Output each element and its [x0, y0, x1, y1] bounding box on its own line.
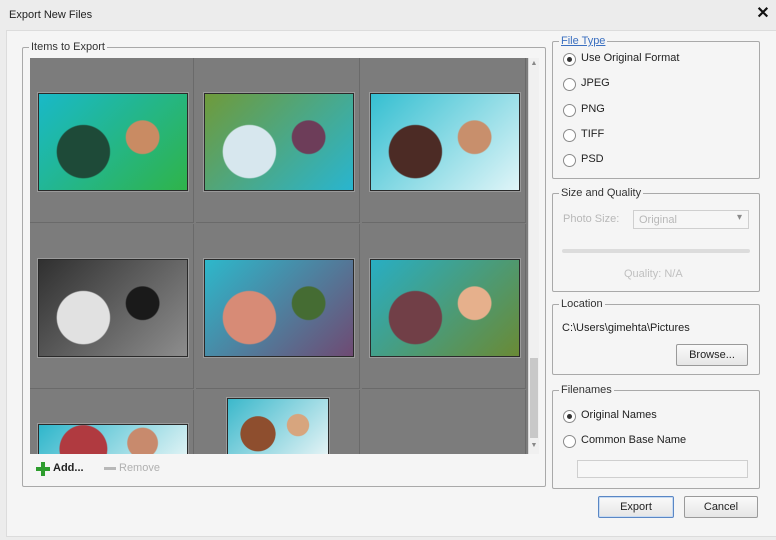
- filenames-legend: Filenames: [561, 384, 612, 396]
- location-path: C:\Users\gimehta\Pictures: [562, 322, 690, 334]
- window-title: Export New Files: [9, 9, 93, 21]
- size-quality-legend: Size and Quality: [561, 187, 642, 199]
- radio-label: JPEG: [581, 77, 610, 89]
- thumbnail-image[interactable]: [370, 93, 520, 191]
- thumbnail-cell[interactable]: [362, 224, 526, 389]
- thumbnail-scrollbar[interactable]: ▲ ▼: [528, 58, 539, 454]
- thumbnail-cell[interactable]: [196, 58, 360, 223]
- chevron-down-icon: ▾: [736, 212, 742, 223]
- plus-icon: [36, 462, 50, 476]
- scroll-up-icon[interactable]: ▲: [529, 60, 539, 70]
- close-icon[interactable]: ✕: [754, 5, 772, 23]
- thumbnail-cell[interactable]: [196, 224, 360, 389]
- photo-size-label: Photo Size:: [563, 213, 620, 225]
- base-name-input[interactable]: [577, 460, 748, 478]
- thumbnail-cell[interactable]: [362, 58, 526, 223]
- thumbnail-image[interactable]: [38, 259, 188, 357]
- photo-size-value: Original: [639, 214, 677, 226]
- thumbnail-grid[interactable]: [30, 58, 528, 454]
- radio-label: Original Names: [581, 409, 657, 421]
- thumbnail-image[interactable]: [38, 424, 188, 454]
- thumbnail-image[interactable]: [204, 259, 354, 357]
- export-button[interactable]: Export: [598, 496, 674, 518]
- minus-icon: [104, 466, 116, 470]
- photo-size-select[interactable]: Original ▾: [633, 210, 749, 229]
- radio-button[interactable]: [563, 154, 576, 167]
- remove-button[interactable]: Remove: [104, 462, 160, 474]
- radio-button[interactable]: [563, 104, 576, 117]
- thumbnail-image[interactable]: [227, 398, 329, 454]
- add-button-label: Add...: [53, 462, 84, 474]
- thumbnail-cell: [362, 390, 526, 454]
- radio-label: Use Original Format: [581, 52, 680, 64]
- radio-button[interactable]: [563, 129, 576, 142]
- quality-label: Quality: N/A: [624, 268, 683, 280]
- thumbnail-cell[interactable]: [30, 58, 194, 223]
- file-type-legend: File Type: [561, 35, 606, 47]
- scroll-down-icon[interactable]: ▼: [529, 442, 539, 452]
- thumbnail-image[interactable]: [38, 93, 188, 191]
- title-bar: Export New Files ✕: [0, 0, 776, 30]
- radio-label: PNG: [581, 103, 605, 115]
- thumbnail-cell[interactable]: [30, 390, 194, 454]
- scroll-thumb[interactable]: [530, 358, 538, 438]
- radio-label: Common Base Name: [581, 434, 687, 446]
- thumbnail-cell[interactable]: [30, 224, 194, 389]
- items-to-export-legend: Items to Export: [31, 41, 105, 53]
- remove-button-label: Remove: [119, 462, 160, 474]
- thumbnail-cell[interactable]: [196, 390, 360, 454]
- radio-button[interactable]: [563, 53, 576, 66]
- radio-button[interactable]: [563, 410, 576, 423]
- radio-button[interactable]: [563, 78, 576, 91]
- radio-button[interactable]: [563, 435, 576, 448]
- radio-label: PSD: [581, 153, 604, 165]
- thumbnail-image[interactable]: [204, 93, 354, 191]
- browse-button[interactable]: Browse...: [676, 344, 748, 366]
- radio-label: TIFF: [581, 128, 605, 140]
- thumbnail-image[interactable]: [370, 259, 520, 357]
- location-legend: Location: [561, 298, 603, 310]
- cancel-button[interactable]: Cancel: [684, 496, 758, 518]
- quality-slider[interactable]: [562, 249, 750, 253]
